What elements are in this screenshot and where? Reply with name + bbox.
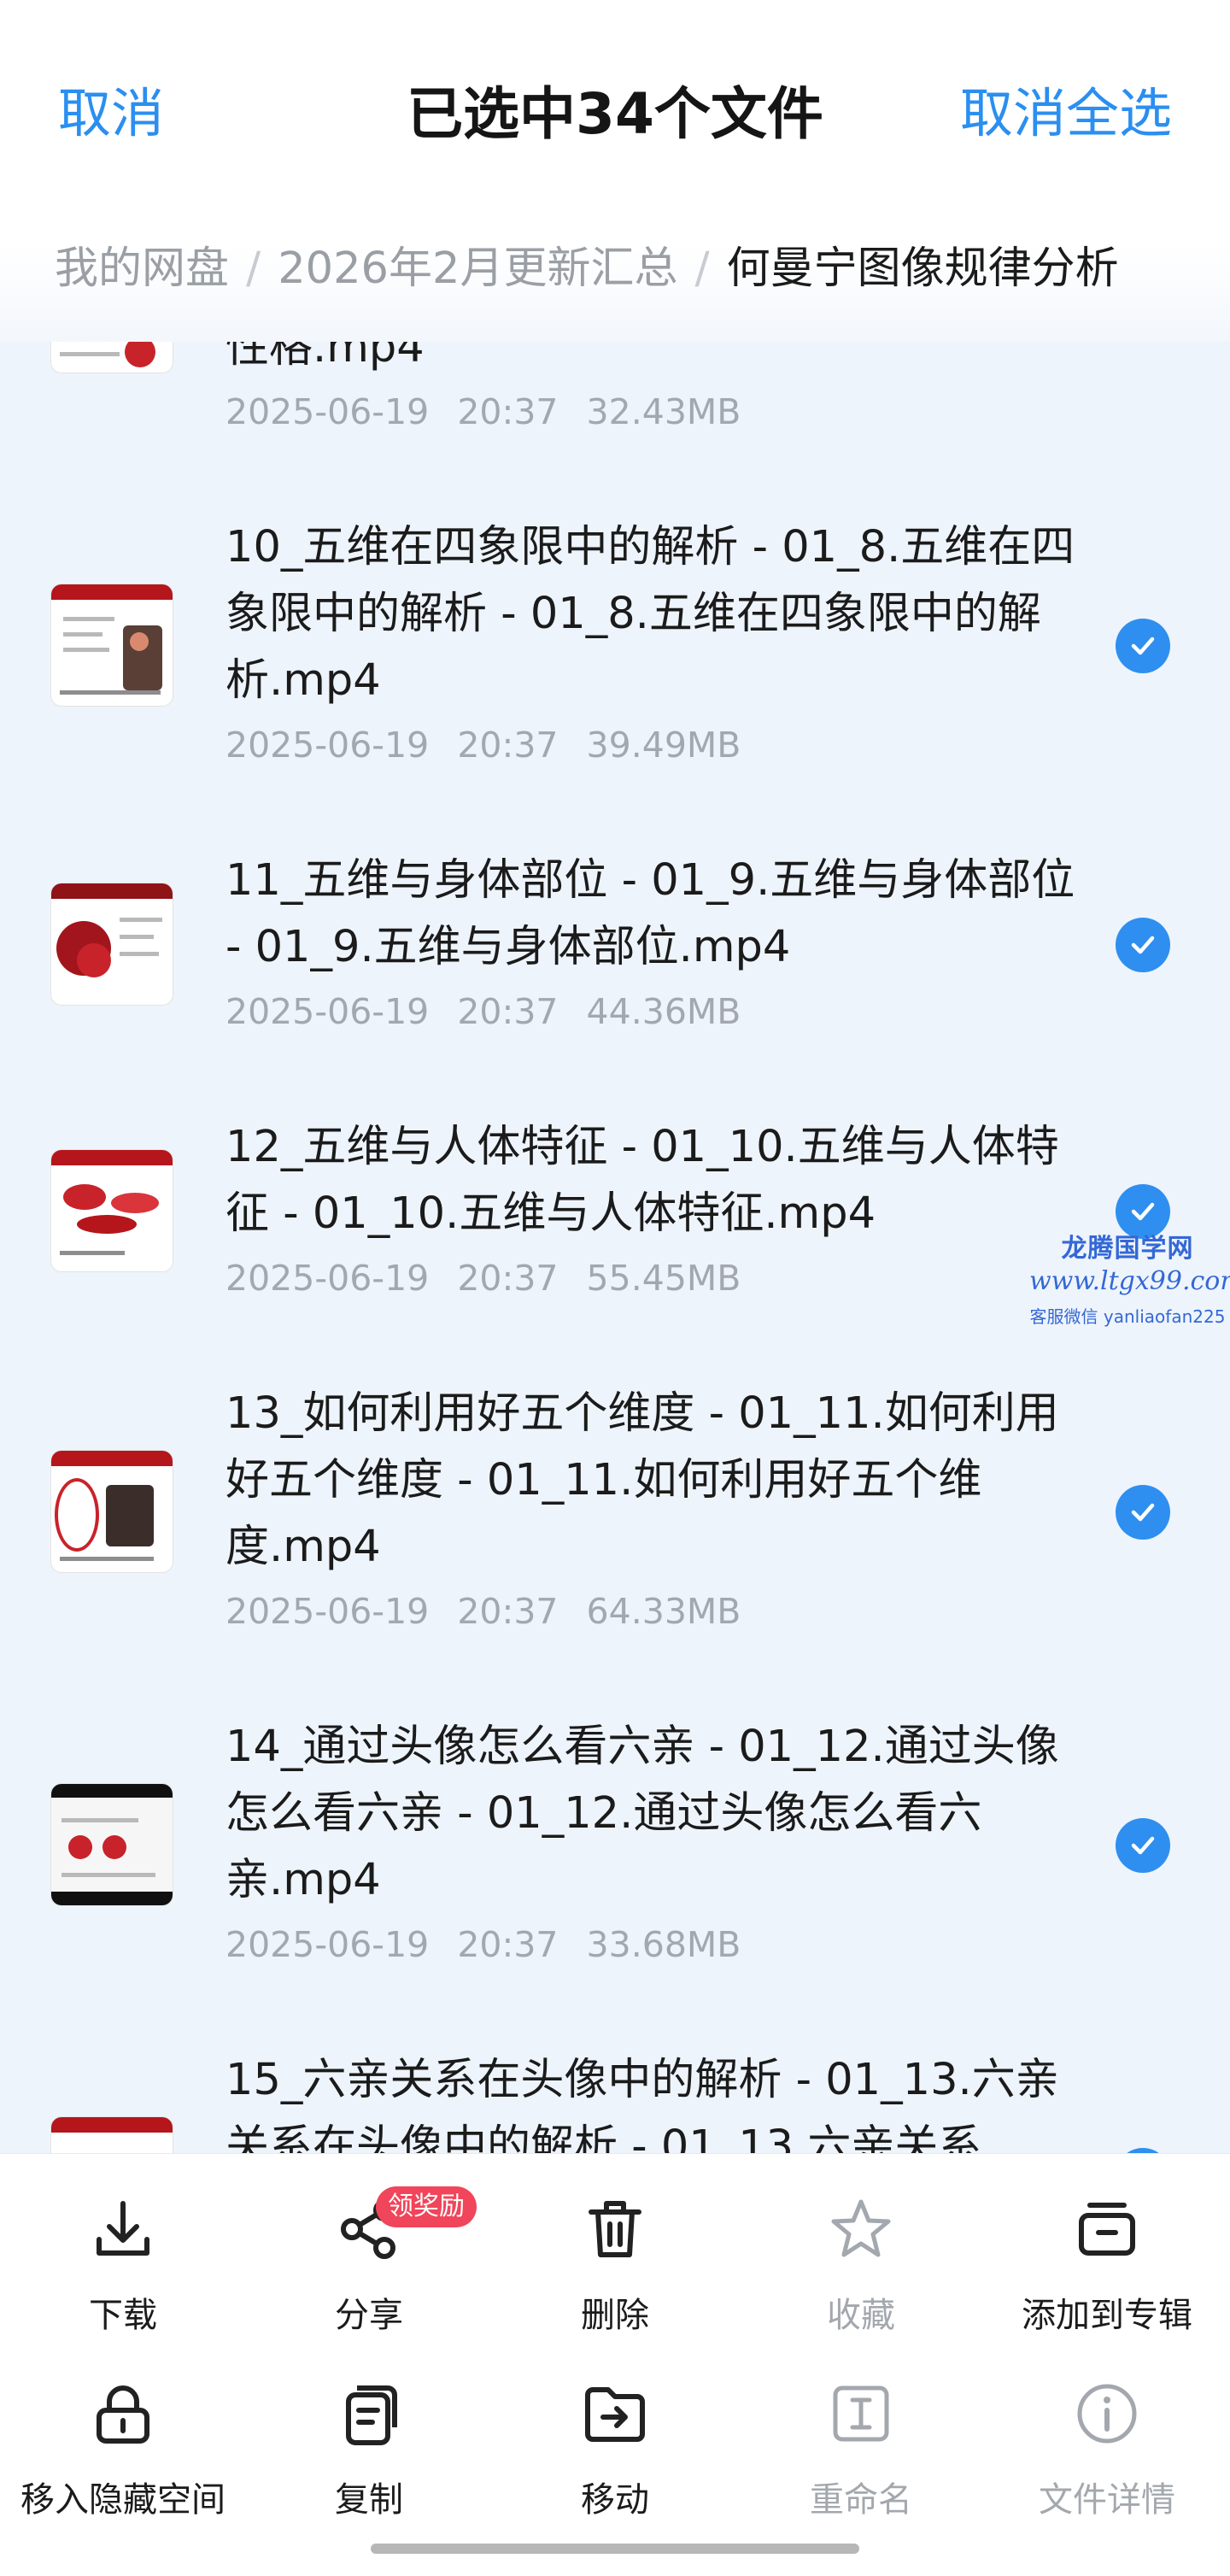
- download-label: 下载: [89, 2296, 157, 2335]
- file-date: 2025-06-19: [226, 1258, 430, 1299]
- share-label: 分享: [335, 2296, 403, 2335]
- file-date: 2025-06-19: [226, 1924, 430, 1965]
- copy-label: 复制: [335, 2480, 403, 2520]
- file-name: 15_六亲关系在头像中的解析 - 01_13.六亲关系在头像中的解析 - 01_…: [226, 2055, 1059, 2153]
- file-name: 10_五维在四象限中的解析 - 01_8.五维在四象限中的解析 - 01_8.五…: [226, 522, 1075, 706]
- file-time: 20:37: [457, 725, 559, 766]
- watermark-url: www.ltgx99.com: [1029, 1266, 1230, 1296]
- breadcrumb: 我的网盘 / 2026年2月更新汇总 / 何曼宁图像规律分析: [55, 232, 1119, 296]
- selected-check-icon[interactable]: [1116, 619, 1170, 673]
- file-size: 55.45MB: [586, 1258, 741, 1299]
- file-time: 20:37: [457, 1258, 559, 1299]
- copy-icon: [346, 2385, 397, 2445]
- watermark-contact: 客服微信 yanliaofan225: [1029, 1306, 1226, 1327]
- file-date: 2025-06-19: [226, 1591, 430, 1632]
- file-date: 2025-06-19: [226, 991, 430, 1032]
- rename-button[interactable]: 重命名: [738, 2379, 984, 2550]
- file-date: 2025-06-19: [226, 391, 430, 432]
- rename-label: 重命名: [810, 2480, 912, 2520]
- download-button[interactable]: 下载: [0, 2195, 246, 2366]
- file-meta: 2025-06-19 20:37 55.45MB: [226, 1258, 741, 1299]
- favorite-button[interactable]: 收藏: [738, 2195, 984, 2366]
- file-meta: 2025-06-19 20:37 32.43MB: [226, 391, 741, 432]
- move-label: 移动: [581, 2480, 649, 2520]
- breadcrumb-item[interactable]: 2026年2月更新汇总: [278, 244, 677, 294]
- file-size: 32.43MB: [586, 391, 741, 432]
- file-meta: 2025-06-19 20:37 39.49MB: [226, 725, 741, 766]
- video-thumbnail: [51, 2117, 173, 2153]
- video-thumbnail: [51, 1150, 173, 1271]
- selected-check-icon[interactable]: [1116, 1818, 1170, 1873]
- file-time: 20:37: [457, 1924, 559, 1965]
- selected-check-icon[interactable]: [1116, 918, 1170, 972]
- add-to-album-label: 添加到专辑: [1022, 2296, 1192, 2335]
- copy-button[interactable]: 复制: [246, 2379, 492, 2550]
- file-size: 64.33MB: [586, 1591, 741, 1632]
- move-button[interactable]: 移动: [492, 2379, 738, 2550]
- file-meta: 2025-06-19 20:37 64.33MB: [226, 1591, 741, 1632]
- video-thumbnail: [51, 1451, 173, 1572]
- home-indicator[interactable]: [371, 2544, 859, 2554]
- file-name: 12_五维与人体特征 - 01_10.五维与人体特征 - 01_10.五维与人体…: [226, 1122, 1059, 1239]
- watermark: 龙腾国学网 www.ltgx99.com 客服微信 yanliaofan225: [1029, 1227, 1230, 1328]
- file-details-button[interactable]: 文件详情: [984, 2379, 1230, 2550]
- star-icon: [831, 2199, 891, 2257]
- breadcrumb-current: 何曼宁图像规律分析: [726, 244, 1119, 294]
- breadcrumb-separator: /: [246, 244, 261, 294]
- action-toolbar: 下载 领奖励 分享 删除 收藏 添加到专辑 移入隐藏空间 复制 移动 重命名 文…: [0, 2153, 1230, 2576]
- watermark-site-name: 龙腾国学网: [1061, 1234, 1194, 1264]
- file-size: 33.68MB: [586, 1924, 741, 1965]
- reward-badge[interactable]: 领奖励: [376, 2186, 477, 2227]
- delete-label: 删除: [581, 2296, 649, 2335]
- file-size: 44.36MB: [586, 991, 741, 1032]
- move-icon: [585, 2387, 645, 2442]
- file-time: 20:37: [457, 991, 559, 1032]
- lock-icon: [97, 2385, 149, 2444]
- add-to-album-button[interactable]: 添加到专辑: [984, 2195, 1230, 2366]
- favorite-label: 收藏: [827, 2296, 895, 2335]
- file-size: 39.49MB: [586, 725, 741, 766]
- move-to-hidden-space-button[interactable]: 移入隐藏空间: [0, 2379, 246, 2550]
- download-icon: [97, 2201, 149, 2256]
- file-meta: 2025-06-19 20:37 44.36MB: [226, 991, 741, 1032]
- selection-header: 取消 已选中34个文件 取消全选 我的网盘/2026年2月更新汇总 / 何曼宁图像规…: [0, 0, 1230, 342]
- file-time: 20:37: [457, 391, 559, 432]
- breadcrumb-separator: /: [694, 244, 710, 294]
- album-icon: [1079, 2203, 1135, 2256]
- info-icon: [1077, 2384, 1137, 2444]
- trash-icon: [589, 2201, 641, 2257]
- file-details-label: 文件详情: [1039, 2480, 1175, 2520]
- video-thumbnail: [51, 883, 173, 1005]
- file-date: 2025-06-19: [226, 725, 430, 766]
- video-thumbnail: [51, 1784, 173, 1905]
- file-time: 20:37: [457, 1591, 559, 1632]
- rename-icon: [833, 2385, 889, 2442]
- move-to-hidden-space-label: 移入隐藏空间: [20, 2480, 226, 2520]
- file-meta: 2025-06-19 20:37 33.68MB: [226, 1924, 741, 1965]
- deselect-all-button[interactable]: 取消全选: [960, 70, 1172, 147]
- file-name: 11_五维与身体部位 - 01_9.五维与身体部位 - 01_9.五维与身体部位…: [226, 855, 1075, 972]
- delete-button[interactable]: 删除: [492, 2195, 738, 2366]
- file-name: 13_如何利用好五个维度 - 01_11.如何利用好五个维度 - 01_11.如…: [226, 1388, 1059, 1572]
- breadcrumb-item[interactable]: 我的网盘: [55, 244, 229, 294]
- selected-check-icon[interactable]: [1116, 1485, 1170, 1540]
- video-thumbnail: [51, 584, 173, 706]
- file-name: 14_通过头像怎么看六亲 - 01_12.通过头像怎么看六亲 - 01_12.通…: [226, 1722, 1059, 1905]
